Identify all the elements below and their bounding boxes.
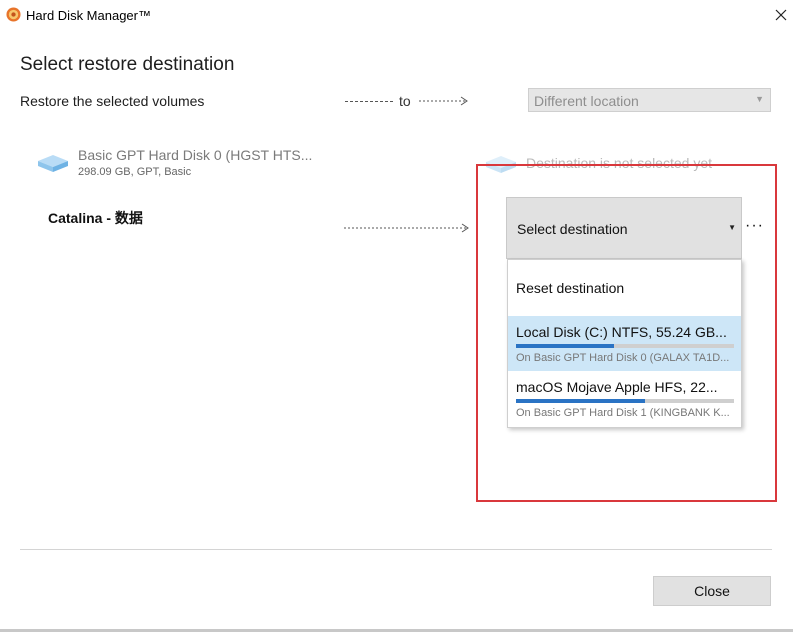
arrow-right-icon	[344, 223, 469, 233]
destination-location-select[interactable]: Different location ▼	[528, 88, 771, 112]
close-button[interactable]: Close	[653, 576, 771, 606]
restore-volumes-label: Restore the selected volumes	[20, 93, 205, 109]
page-title: Select restore destination	[20, 54, 235, 75]
location-select-value: Different location	[534, 93, 639, 109]
source-disk-info: 298.09 GB, GPT, Basic	[78, 166, 192, 178]
window-close-icon[interactable]	[770, 4, 792, 26]
footer-divider	[20, 549, 772, 550]
volume-name: Catalina - 数据	[48, 210, 143, 226]
highlight-frame	[476, 164, 777, 502]
to-label: to	[399, 93, 411, 109]
arrow-right-icon	[419, 96, 468, 106]
window-title: Hard Disk Manager™	[26, 8, 151, 23]
source-disk-name: Basic GPT Hard Disk 0 (HGST HTS...	[78, 147, 313, 163]
chevron-down-icon: ▼	[755, 94, 764, 104]
hard-disk-icon	[38, 155, 68, 172]
connector-line-left	[345, 101, 393, 102]
app-logo-icon	[6, 7, 21, 22]
title-bar: Hard Disk Manager™	[0, 0, 793, 30]
